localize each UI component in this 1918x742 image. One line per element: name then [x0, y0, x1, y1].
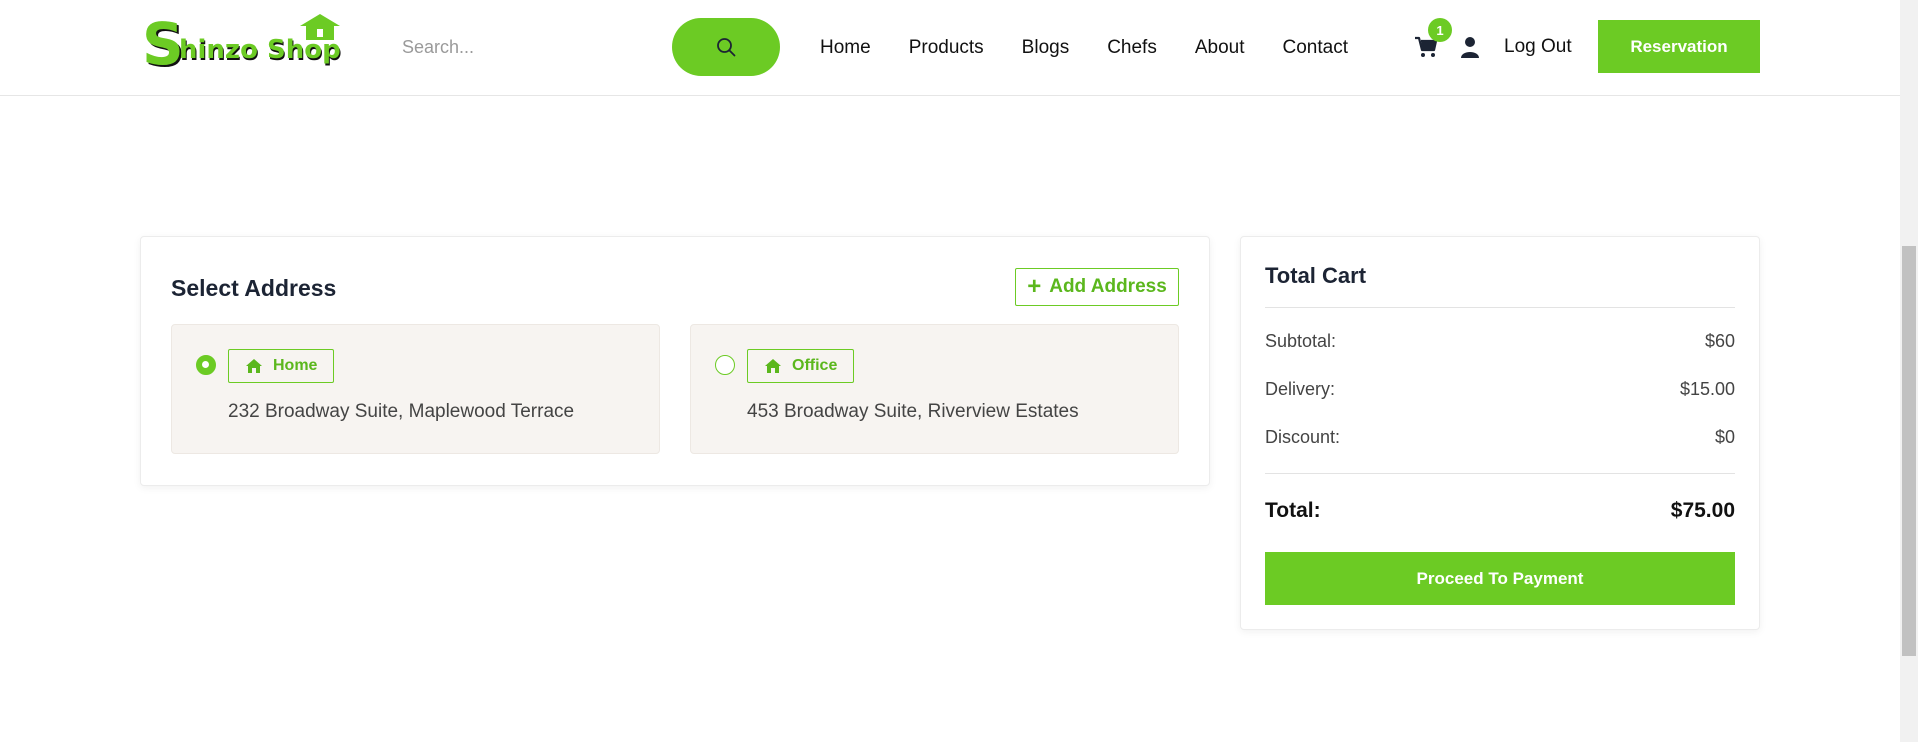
address-option-office[interactable]: Office 453 Broadway Suite, Riverview Est… [690, 324, 1179, 454]
address-text: 453 Broadway Suite, Riverview Estates [747, 401, 1079, 422]
delivery-row: Delivery: $15.00 [1265, 379, 1735, 400]
main-nav: Home Products Blogs Chefs About Contact [820, 0, 1348, 96]
nav-products[interactable]: Products [909, 37, 984, 59]
radio-unselected[interactable] [715, 355, 735, 375]
search-input[interactable] [386, 24, 666, 70]
delivery-label: Delivery: [1265, 379, 1336, 399]
add-address-button[interactable]: + Add Address [1015, 268, 1179, 306]
user-icon[interactable] [1460, 36, 1480, 58]
address-tag-home: Home [228, 349, 335, 383]
subtotal-label: Subtotal: [1265, 331, 1337, 351]
discount-value: $0 [1714, 427, 1735, 447]
address-tag-office: Office [747, 349, 855, 383]
search-button[interactable] [672, 18, 780, 76]
discount-row: Discount: $0 [1265, 427, 1735, 448]
home-icon [765, 359, 781, 373]
delivery-value: $15.00 [1679, 379, 1735, 399]
divider [1265, 473, 1735, 474]
select-address-card: Select Address + Add Address Home 232 Br… [140, 236, 1210, 486]
select-address-title: Select Address [171, 275, 337, 301]
subtotal-value: $60 [1704, 331, 1735, 351]
total-cart-title: Total Cart [1265, 263, 1367, 288]
reservation-button[interactable]: Reservation [1598, 20, 1760, 73]
nav-blogs[interactable]: Blogs [1022, 37, 1070, 59]
logo[interactable]: S S hinzo Shop hinzo Shop [142, 12, 348, 76]
subtotal-row: Subtotal: $60 [1265, 331, 1735, 352]
plus-icon: + [1027, 273, 1042, 300]
add-address-label: Add Address [1049, 276, 1167, 297]
discount-label: Discount: [1265, 427, 1341, 447]
scrollbar-thumb[interactable] [1902, 246, 1916, 656]
address-tag-label: Office [792, 357, 838, 374]
search-icon [717, 38, 736, 57]
nav-home[interactable]: Home [820, 37, 871, 59]
total-label: Total: [1265, 499, 1321, 522]
address-text: 232 Broadway Suite, Maplewood Terrace [228, 401, 575, 422]
total-row: Total: $75.00 [1265, 499, 1735, 523]
nav-chefs[interactable]: Chefs [1107, 37, 1157, 59]
divider [1265, 307, 1735, 308]
address-tag-label: Home [273, 357, 318, 374]
proceed-to-payment-button[interactable]: Proceed To Payment [1265, 552, 1735, 605]
nav-contact[interactable]: Contact [1283, 37, 1348, 59]
radio-selected[interactable] [196, 355, 216, 375]
home-icon [246, 359, 262, 373]
svg-text:S: S [142, 12, 184, 76]
nav-about[interactable]: About [1195, 37, 1245, 59]
cart-count-badge: 1 [1428, 18, 1452, 42]
total-value: $75.00 [1670, 499, 1735, 522]
site-header: S S hinzo Shop hinzo Shop Home Products … [0, 0, 1900, 96]
total-cart-card: Total Cart Subtotal: $60 Delivery: $15.0… [1240, 236, 1760, 630]
address-option-home[interactable]: Home 232 Broadway Suite, Maplewood Terra… [171, 324, 660, 454]
logout-link[interactable]: Log Out [1504, 36, 1572, 58]
